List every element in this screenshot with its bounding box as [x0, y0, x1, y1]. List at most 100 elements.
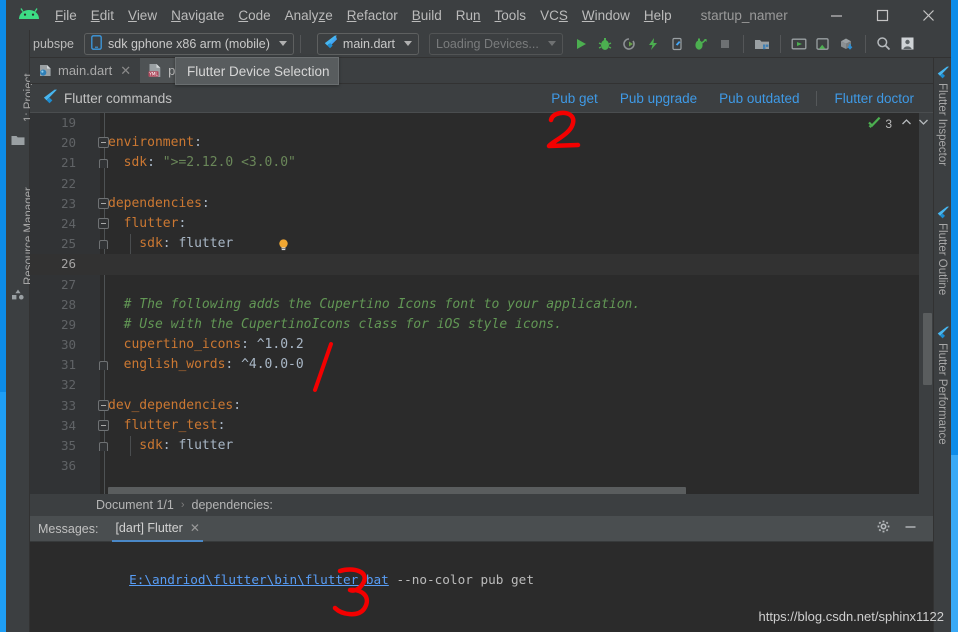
- console-link[interactable]: E:\andriod\flutter\bin\flutter.bat: [129, 572, 389, 587]
- menu-item-build[interactable]: Build: [405, 5, 449, 26]
- gear-icon[interactable]: [877, 520, 890, 538]
- editor-line[interactable]: 36: [30, 456, 933, 476]
- debug-icon[interactable]: [593, 32, 617, 56]
- editor-line[interactable]: 34 flutter_test:: [30, 416, 933, 436]
- pub-outdated-link[interactable]: Pub outdated: [708, 91, 810, 106]
- run-icon[interactable]: [569, 32, 593, 56]
- line-content: environment:: [108, 133, 202, 153]
- line-content: # Use with the CupertinoIcons class for …: [108, 315, 562, 335]
- menu-item-code[interactable]: Code: [231, 5, 277, 26]
- pub-upgrade-link[interactable]: Pub upgrade: [609, 91, 708, 106]
- menu-item-file[interactable]: File: [48, 5, 84, 26]
- editor-tab-bar: main.dart ✕ YML pu: [30, 58, 933, 84]
- editor-line[interactable]: 27: [30, 275, 933, 295]
- links-divider: [816, 91, 818, 106]
- loading-devices-combo[interactable]: Loading Devices...: [429, 32, 563, 55]
- sidebar-item-flutter-performance[interactable]: Flutter Performance: [936, 343, 948, 445]
- menu-item-tools[interactable]: Tools: [488, 5, 534, 26]
- editor-line[interactable]: 22: [30, 174, 933, 194]
- close-icon[interactable]: ✕: [190, 521, 200, 535]
- menu-item-refactor[interactable]: Refactor: [340, 5, 405, 26]
- editor-line[interactable]: 20 environment:: [30, 133, 933, 153]
- flutter-performance-icon[interactable]: [937, 326, 949, 344]
- fold-end-icon[interactable]: [99, 159, 108, 169]
- intention-bulb-icon[interactable]: [278, 238, 289, 251]
- close-icon[interactable]: ✕: [120, 63, 131, 79]
- menu-item-window[interactable]: Window: [575, 5, 637, 26]
- sidebar-item-flutter-outline[interactable]: Flutter Outline: [936, 223, 948, 295]
- editor-line[interactable]: 28 # The following adds the Cupertino Ic…: [30, 295, 933, 315]
- code-token: environment: [108, 135, 195, 151]
- stop-icon[interactable]: [713, 32, 737, 56]
- flutter-inspector-icon[interactable]: [937, 66, 949, 84]
- editor-line[interactable]: 24 flutter:: [30, 214, 933, 234]
- fold-end-icon[interactable]: [99, 361, 108, 371]
- menu-item-help[interactable]: Help: [637, 5, 679, 26]
- profile-icon[interactable]: [689, 32, 713, 56]
- sidebar-item-flutter-inspector[interactable]: Flutter Inspector: [936, 83, 948, 166]
- editor-line[interactable]: 29 # Use with the CupertinoIcons class f…: [30, 315, 933, 335]
- editor-inspection-status[interactable]: 3: [868, 115, 930, 133]
- menu-item-analyze[interactable]: Analyze: [278, 5, 340, 26]
- minimize-button[interactable]: [813, 0, 859, 30]
- search-everywhere-icon[interactable]: [872, 32, 896, 56]
- fold-end-icon[interactable]: [99, 442, 108, 451]
- messages-header-tools: [877, 520, 933, 538]
- menu-item-edit[interactable]: Edit: [84, 5, 121, 26]
- maximize-button[interactable]: [859, 0, 905, 30]
- editor-line[interactable]: 32: [30, 375, 933, 395]
- menu-item-vcs[interactable]: VCS: [533, 5, 575, 26]
- line-number: 31: [60, 357, 76, 373]
- code-token: flutter: [178, 438, 234, 453]
- editor-line[interactable]: 23 dependencies:: [30, 194, 933, 214]
- gradle-sync-icon[interactable]: [835, 32, 859, 56]
- chevron-down-icon[interactable]: [917, 115, 930, 133]
- editor-line[interactable]: 33 dev_dependencies:: [30, 396, 933, 416]
- messages-title: Messages:: [38, 521, 99, 536]
- editor-line[interactable]: 25 sdk: flutter: [30, 234, 933, 254]
- editor-marker-bar[interactable]: [919, 113, 933, 496]
- project-icon[interactable]: [11, 133, 25, 151]
- close-button[interactable]: [905, 0, 951, 30]
- menu-mnemonic: C: [238, 7, 249, 23]
- chevron-down-icon: [404, 41, 413, 46]
- run-config-combo[interactable]: main.dart: [316, 32, 420, 55]
- breadcrumb-document[interactable]: Document 1/1: [96, 498, 174, 512]
- sdk-manager-icon[interactable]: [811, 32, 835, 56]
- editor-line[interactable]: 26: [30, 254, 933, 275]
- menu-item-view[interactable]: View: [121, 5, 164, 26]
- flutter-outline-icon[interactable]: [937, 206, 949, 224]
- flutter-doctor-link[interactable]: Flutter doctor: [823, 91, 925, 106]
- hot-reload-icon[interactable]: [641, 32, 665, 56]
- line-number: 32: [60, 377, 76, 393]
- fold-end-icon[interactable]: [99, 240, 108, 250]
- run-coverage-icon[interactable]: [617, 32, 641, 56]
- indent-guide: [130, 234, 131, 255]
- menu-item-navigate[interactable]: Navigate: [164, 5, 231, 26]
- editor-line[interactable]: 30 cupertino_icons: ^1.0.2: [30, 335, 933, 355]
- editor-vertical-scrollbar-thumb[interactable]: [923, 313, 932, 385]
- breadcrumb-node[interactable]: dependencies:: [192, 498, 273, 512]
- resource-manager-icon[interactable]: [11, 288, 25, 306]
- line-number: 19: [60, 115, 76, 130]
- editor-tab-main-dart[interactable]: main.dart ✕: [30, 58, 141, 83]
- code-editor[interactable]: 19 20 environment: 21 sdk: ">=2.12.0 <3.0.0…: [30, 113, 933, 496]
- chevron-up-icon[interactable]: [900, 115, 913, 133]
- breadcrumb[interactable]: Document 1/1 › dependencies:: [30, 494, 933, 516]
- code-token: dev_dependencies: [108, 397, 234, 413]
- editor-line[interactable]: 31 english_words: ^4.0.0-0: [30, 355, 933, 375]
- editor-tab-label: main.dart: [58, 63, 113, 78]
- open-devtools-icon[interactable]: [665, 32, 689, 56]
- menu-item-run[interactable]: Run: [449, 5, 488, 26]
- messages-tab-dart-flutter[interactable]: [dart] Flutter ✕: [112, 516, 203, 542]
- editor-line[interactable]: 21 sdk: ">=2.12.0 <3.0.0": [30, 153, 933, 173]
- menu-mnemonic: E: [90, 7, 100, 23]
- avd-manager-icon[interactable]: [787, 32, 811, 56]
- minimize-icon[interactable]: [904, 520, 917, 538]
- project-structure-icon[interactable]: [750, 32, 774, 56]
- editor-line[interactable]: 35 sdk: flutter: [30, 436, 933, 456]
- account-icon[interactable]: [896, 32, 920, 56]
- editor-line[interactable]: 19: [30, 113, 933, 133]
- device-selector-combo[interactable]: sdk gphone x86 arm (mobile): [84, 32, 294, 55]
- pub-get-link[interactable]: Pub get: [540, 91, 609, 106]
